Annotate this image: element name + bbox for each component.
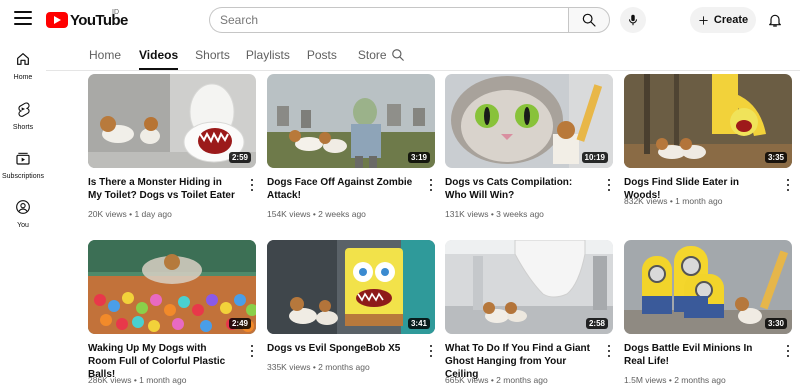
sidebar-label-home: Home	[13, 74, 33, 81]
notifications-button[interactable]	[764, 9, 786, 31]
logo-region: ID	[112, 9, 119, 16]
more-actions-icon[interactable]	[248, 344, 256, 358]
video-age: 1 month ago	[139, 375, 187, 385]
microphone-icon	[628, 14, 638, 26]
subscriptions-icon	[14, 149, 32, 167]
create-label: Create	[713, 14, 749, 26]
video-card[interactable]: 3:41 Dogs vs Evil SpongeBob X5 335K view…	[267, 240, 435, 386]
video-thumbnail[interactable]: 3:41	[267, 240, 435, 334]
create-button[interactable]: Create	[690, 7, 756, 33]
video-card[interactable]: 3:19 Dogs Face Off Against Zombie Attack…	[267, 74, 435, 224]
tab-home[interactable]: Home	[89, 40, 121, 70]
video-age: 2 months ago	[318, 362, 370, 372]
tabs-divider	[46, 70, 800, 71]
tab-shorts[interactable]: Shorts	[195, 40, 230, 70]
video-thumbnail[interactable]: 3:35	[624, 74, 792, 168]
video-age: 2 weeks ago	[318, 209, 366, 219]
tab-videos[interactable]: Videos	[139, 40, 179, 70]
sidebar-label-you: You	[17, 222, 29, 229]
video-thumbnail[interactable]: 3:30	[624, 240, 792, 334]
tab-store[interactable]: Store	[358, 40, 387, 70]
video-age: 1 month ago	[675, 196, 723, 206]
shorts-icon	[14, 100, 32, 118]
video-duration: 2:58	[585, 318, 608, 329]
tab-playlists[interactable]: Playlists	[246, 40, 290, 70]
video-views: 665K views	[445, 375, 489, 385]
video-thumbnail[interactable]: 10:19	[445, 74, 613, 168]
video-card[interactable]: 2:58 What To Do If You Find a Giant Ghos…	[445, 240, 613, 386]
video-thumbnail[interactable]: 3:19	[267, 74, 435, 168]
video-duration: 2:49	[228, 318, 251, 329]
search-bar	[209, 7, 610, 33]
video-views: 1.5M views	[624, 375, 667, 385]
channel-tabs: Home Videos Shorts Playlists Posts Store	[89, 40, 404, 70]
bell-icon	[769, 14, 781, 27]
video-meta: 154K views • 2 weeks ago	[267, 209, 366, 219]
sidebar-label-subscriptions: Subscriptions	[1, 173, 45, 180]
sidebar-label-shorts: Shorts	[12, 124, 34, 131]
video-views: 154K views	[267, 209, 311, 219]
more-actions-icon[interactable]	[784, 344, 792, 358]
more-actions-icon[interactable]	[427, 344, 435, 358]
video-card[interactable]: 2:49 Waking Up My Dogs with Room Full of…	[88, 240, 256, 386]
account-icon	[14, 198, 32, 216]
video-duration: 10:19	[581, 152, 608, 163]
video-thumbnail[interactable]: 2:49	[88, 240, 256, 334]
video-age: 1 day ago	[134, 209, 172, 219]
video-views: 832K views	[624, 196, 668, 206]
video-duration: 3:41	[407, 318, 430, 329]
sidebar-item-shorts[interactable]: Shorts	[0, 100, 46, 146]
voice-search-button[interactable]	[620, 7, 646, 33]
search-button[interactable]	[568, 7, 610, 33]
video-duration: 3:19	[407, 152, 430, 163]
video-views: 335K views	[267, 362, 311, 372]
video-meta: 665K views • 2 months ago	[445, 375, 548, 385]
video-card[interactable]: 10:19 Dogs vs Cats Compilation: Who Will…	[445, 74, 613, 224]
search-input[interactable]	[209, 7, 568, 33]
more-actions-icon[interactable]	[427, 178, 435, 192]
video-meta: 20K views • 1 day ago	[88, 209, 172, 219]
video-thumbnail[interactable]: 2:58	[445, 240, 613, 334]
video-meta: 335K views • 2 months ago	[267, 362, 370, 372]
video-title[interactable]: Dogs vs Evil SpongeBob X5	[267, 342, 415, 355]
video-title[interactable]: Dogs vs Cats Compilation: Who Will Win?	[445, 176, 593, 202]
video-duration: 3:30	[764, 318, 787, 329]
sidebar-item-home[interactable]: Home	[0, 50, 46, 96]
video-title[interactable]: Dogs Battle Evil Minions In Real Life!	[624, 342, 772, 368]
hamburger-menu-icon[interactable]	[14, 11, 32, 27]
youtube-logo[interactable]: YouTube ID	[46, 9, 128, 29]
video-meta: 1.5M views • 2 months ago	[624, 375, 726, 385]
channel-search-icon[interactable]	[391, 48, 405, 62]
sidebar-item-you[interactable]: You	[0, 198, 46, 244]
more-actions-icon[interactable]	[605, 178, 613, 192]
video-views: 286K views	[88, 375, 132, 385]
video-title[interactable]: Dogs Face Off Against Zombie Attack!	[267, 176, 415, 202]
video-meta: 131K views • 3 weeks ago	[445, 209, 544, 219]
video-title[interactable]: Is There a Monster Hiding in My Toilet? …	[88, 176, 236, 202]
video-age: 2 months ago	[674, 375, 726, 385]
more-actions-icon[interactable]	[605, 344, 613, 358]
video-age: 3 weeks ago	[496, 209, 544, 219]
video-duration: 3:35	[764, 152, 787, 163]
video-meta: 286K views • 1 month ago	[88, 375, 187, 385]
video-views: 131K views	[445, 209, 489, 219]
plus-icon	[699, 15, 708, 25]
tab-posts[interactable]: Posts	[307, 40, 337, 70]
video-thumbnail[interactable]: 2:59	[88, 74, 256, 168]
video-duration: 2:59	[228, 152, 251, 163]
search-icon	[582, 13, 596, 27]
top-bar: YouTube ID Create	[0, 0, 800, 40]
sidebar-item-subscriptions[interactable]: Subscriptions	[0, 149, 46, 195]
video-card[interactable]: 3:35 Dogs Find Slide Eater in Woods! 832…	[624, 74, 792, 224]
more-actions-icon[interactable]	[784, 178, 792, 192]
video-views: 20K views	[88, 209, 127, 219]
home-icon	[14, 50, 32, 68]
video-card[interactable]: 3:30 Dogs Battle Evil Minions In Real Li…	[624, 240, 792, 386]
logo-text: YouTube	[70, 11, 128, 29]
video-age: 2 months ago	[496, 375, 548, 385]
youtube-play-icon	[46, 12, 68, 28]
video-card[interactable]: 2:59 Is There a Monster Hiding in My Toi…	[88, 74, 256, 224]
more-actions-icon[interactable]	[248, 178, 256, 192]
video-meta: 832K views • 1 month ago	[624, 196, 723, 206]
